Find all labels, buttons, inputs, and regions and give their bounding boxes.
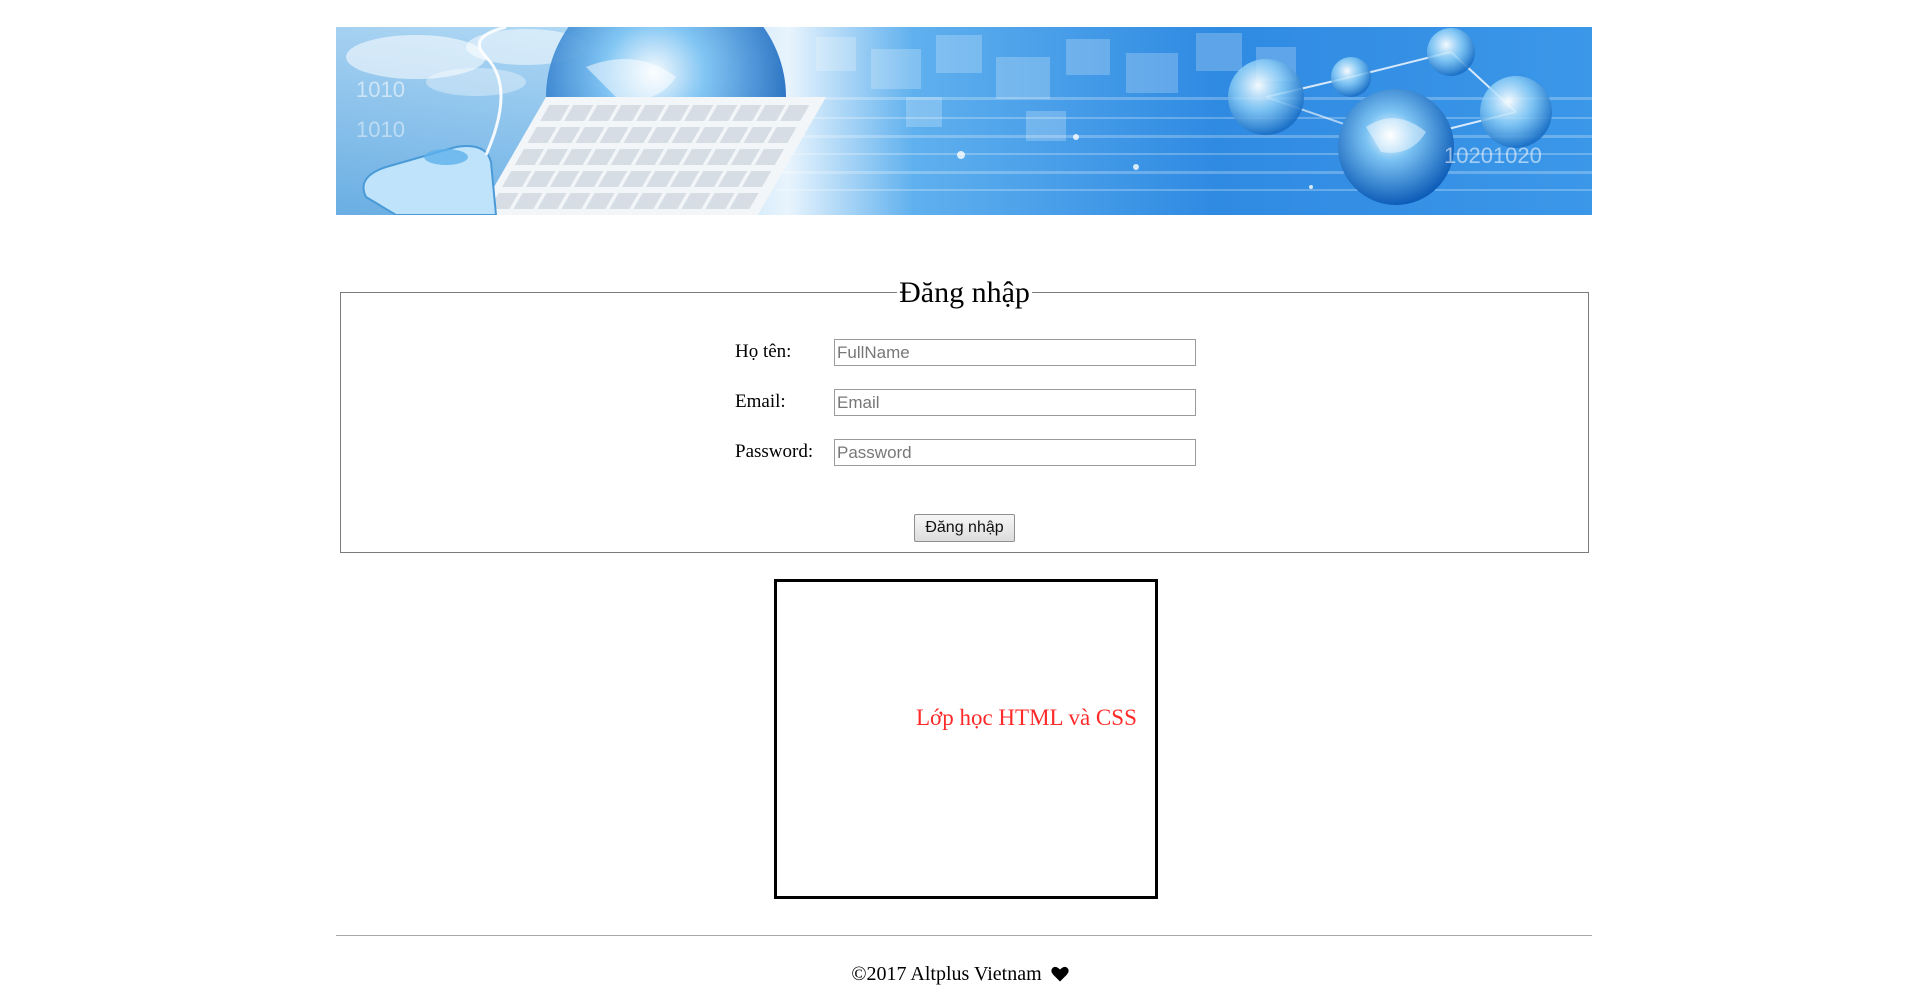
password-label: Password: [735, 441, 814, 462]
password-input[interactable] [834, 439, 1196, 466]
login-legend-text: Đăng nhập [897, 276, 1032, 309]
banner-binary-right: 10201020 [1444, 143, 1542, 168]
login-legend: Đăng nhập [341, 275, 1588, 311]
email-input[interactable] [834, 389, 1196, 416]
footer-divider [336, 935, 1592, 936]
class-info-box: Lớp học HTML và CSS [774, 579, 1158, 899]
svg-text:1010: 1010 [356, 117, 405, 142]
footer: ©2017 Altplus Vietnam [0, 960, 1920, 990]
fullname-row: Họ tên: [341, 338, 1588, 366]
login-submit-button[interactable]: Đăng nhập [914, 514, 1015, 542]
fullname-label: Họ tên: [735, 341, 792, 362]
password-row: Password: [341, 438, 1588, 466]
footer-copyright: ©2017 Altplus Vietnam [851, 963, 1042, 985]
page: 1010 1010 10201020 Đăng nhập Họ tên: Ful… [0, 0, 1920, 1001]
email-label: Email: [735, 391, 786, 412]
fullname-input[interactable] [834, 339, 1196, 366]
banner-binary-left: 1010 [356, 77, 405, 102]
heart-icon [1051, 962, 1069, 990]
header-banner-image: 1010 1010 10201020 [336, 27, 1592, 215]
class-title-text: Lớp học HTML và CSS [916, 705, 1137, 730]
login-fieldset: Đăng nhập Họ tên: Email: Password: Đăng … [340, 276, 1589, 553]
email-row: Email: [341, 388, 1588, 416]
